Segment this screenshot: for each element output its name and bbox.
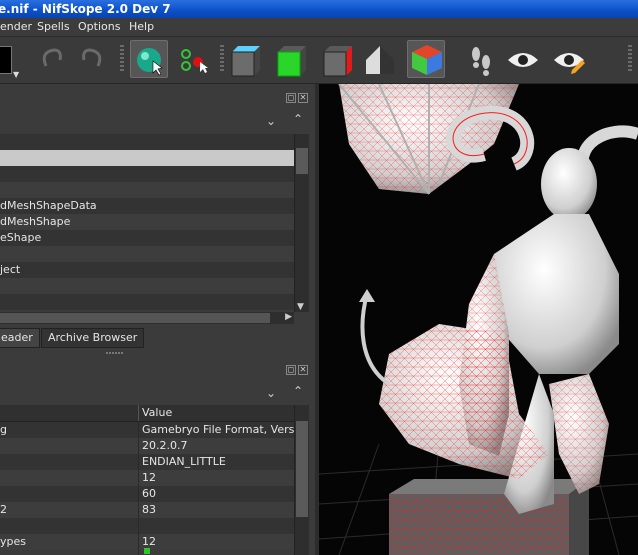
block-list-dock-buttons: ◻ ✕ (286, 90, 312, 103)
eye-icon[interactable] (504, 40, 542, 78)
wing (338, 84, 519, 195)
close-icon[interactable]: ✕ (298, 93, 308, 103)
splitter-handle[interactable] (106, 352, 124, 354)
normals-icon[interactable] (362, 40, 400, 78)
list-item[interactable]: eShape (0, 230, 294, 246)
table-row[interactable]: 12 (0, 470, 294, 486)
rgb-cube-icon[interactable] (407, 40, 445, 78)
undo-icon[interactable] (34, 40, 72, 78)
toolbar-grip-2[interactable] (220, 45, 224, 73)
list-item[interactable] (0, 246, 294, 262)
scrollbar-thumb[interactable] (296, 421, 308, 517)
edit-eye-icon[interactable] (550, 40, 588, 78)
tab-archive-browser[interactable]: Archive Browser (41, 328, 145, 348)
tail-tip (359, 289, 375, 302)
list-item[interactable]: ject (0, 262, 294, 278)
mode-dropdown[interactable]: ▼ (0, 40, 22, 79)
expand-all-icon[interactable]: ⌃ (293, 112, 303, 126)
scroll-right-icon[interactable]: ▶ (285, 312, 292, 322)
list-item-selected[interactable] (0, 150, 294, 166)
scroll-down-icon[interactable]: ▼ (297, 302, 304, 312)
render-view (319, 84, 638, 555)
column-header-value[interactable]: Value (142, 406, 172, 419)
list-item[interactable]: dMeshShapeData (0, 198, 294, 214)
table-row[interactable]: 60 (0, 486, 294, 502)
list-item[interactable] (0, 134, 294, 150)
redo-icon[interactable] (72, 40, 110, 78)
toolbar-grip-3[interactable] (628, 45, 632, 73)
collapse-all-icon[interactable]: ⌄ (266, 386, 276, 400)
table-row[interactable]: ENDIAN_LITTLE (0, 454, 294, 470)
details-header: Value (0, 405, 294, 422)
footsteps-icon[interactable] (462, 40, 500, 78)
block-list: dMeshShapeData dMeshShape eShape ject (0, 134, 294, 310)
red-edge-cube-icon[interactable] (318, 40, 356, 78)
figure-body (379, 148, 619, 514)
list-item[interactable] (0, 294, 294, 310)
3d-viewport[interactable] (319, 84, 638, 555)
list-item[interactable] (0, 278, 294, 294)
toolbar: ▼ (0, 37, 638, 84)
menu-help[interactable]: Help (129, 19, 154, 35)
cube-icon[interactable] (226, 40, 264, 78)
menu-options[interactable]: Options (78, 19, 120, 35)
green-cube-icon[interactable] (272, 40, 310, 78)
table-row[interactable]: gGamebryo File Format, Version 2 (0, 422, 294, 438)
list-item[interactable]: dMeshShape (0, 214, 294, 230)
expand-all-icon[interactable]: ⌃ (293, 384, 303, 398)
block-details-dock-buttons: ◻ ✕ (286, 362, 312, 375)
connect-nodes-icon[interactable] (176, 40, 214, 78)
table-row[interactable]: 2 83 (0, 502, 294, 518)
tab-header[interactable]: eader (0, 328, 40, 348)
collapse-all-icon[interactable]: ⌄ (266, 114, 276, 128)
select-object-icon[interactable] (130, 40, 168, 78)
menu-bar: ender Spells Options Help (0, 18, 638, 37)
title-bar: e.nif - NifSkope 2.0 Dev 7 (0, 0, 638, 18)
scrollbar-thumb[interactable] (296, 148, 308, 174)
tail (360, 293, 391, 386)
block-list-hscroll[interactable]: ▶ (0, 312, 294, 324)
float-icon[interactable]: ◻ (286, 365, 296, 375)
list-item[interactable] (0, 182, 294, 198)
close-icon[interactable]: ✕ (298, 365, 308, 375)
toolbar-grip[interactable] (120, 45, 124, 73)
menu-render[interactable]: ender (0, 19, 32, 35)
window-title: e.nif - NifSkope 2.0 Dev 7 (0, 2, 171, 16)
pedestal (389, 479, 589, 555)
list-item[interactable] (0, 166, 294, 182)
block-list-scrollbar[interactable]: ▼ (294, 134, 309, 312)
float-icon[interactable]: ◻ (286, 93, 296, 103)
block-details-scrollbar[interactable] (294, 405, 309, 555)
table-row[interactable] (0, 518, 294, 534)
edit-marker-icon (144, 548, 150, 554)
table-row[interactable]: 20.2.0.7 (0, 438, 294, 454)
menu-spells[interactable]: Spells (37, 19, 70, 35)
